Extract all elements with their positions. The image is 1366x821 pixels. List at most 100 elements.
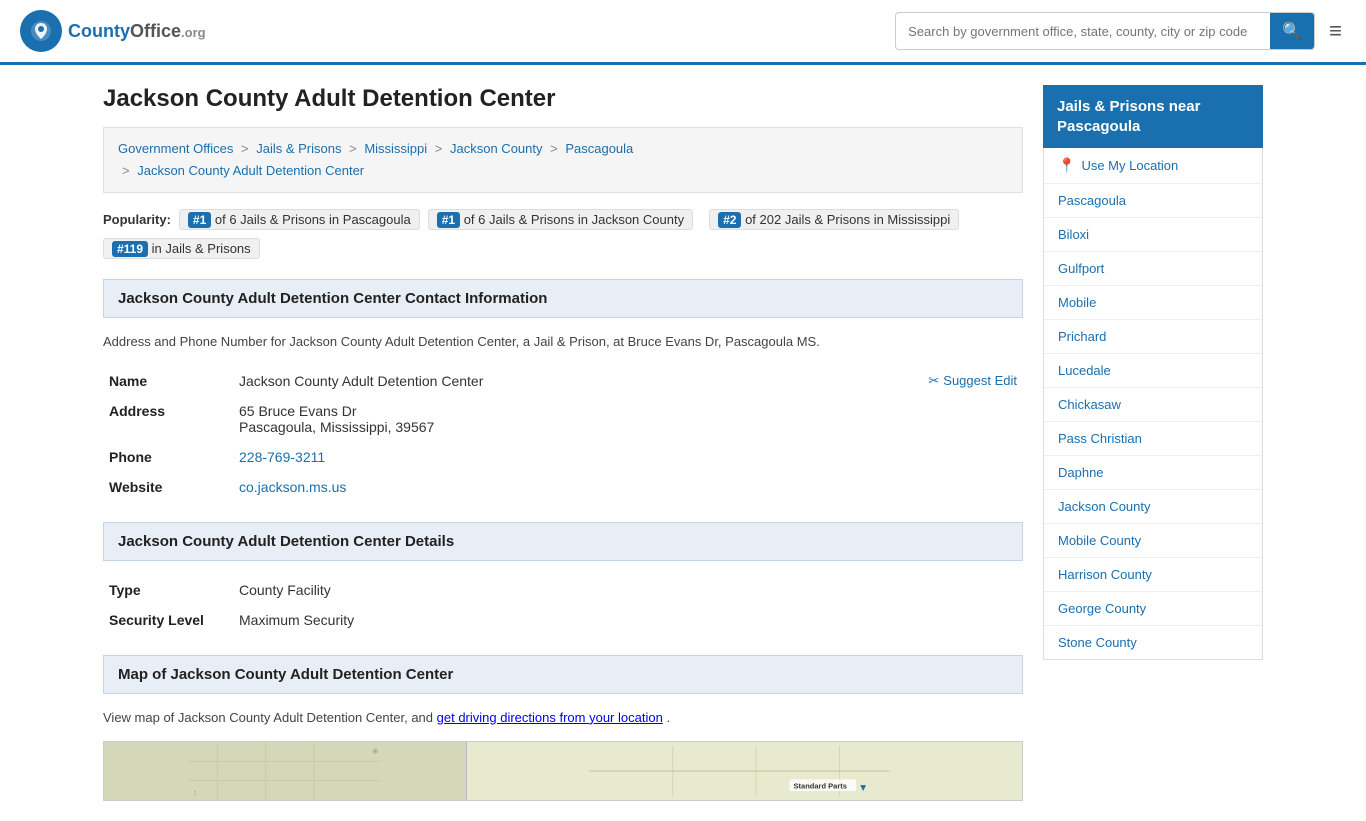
address-value: 65 Bruce Evans Dr Pascagoula, Mississipp…: [233, 396, 1023, 442]
sidebar-item-george-county: George County: [1044, 592, 1262, 626]
breadcrumb-sep-2: >: [349, 141, 360, 156]
sidebar-link-harrison-county[interactable]: Harrison County: [1058, 567, 1152, 582]
phone-value: 228-769-3211: [233, 442, 1023, 472]
sidebar-link-mobile[interactable]: Mobile: [1058, 295, 1096, 310]
content-area: Jackson County Adult Detention Center Go…: [103, 85, 1023, 801]
sidebar-link-chickasaw[interactable]: Chickasaw: [1058, 397, 1121, 412]
contact-table: Name Jackson County Adult Detention Cent…: [103, 366, 1023, 502]
map-left-tile: ↕ ⊕: [104, 742, 467, 800]
breadcrumb-current[interactable]: Jackson County Adult Detention Center: [137, 163, 364, 178]
popularity-item-2: #1 of 6 Jails & Prisons in Jackson Count…: [428, 209, 693, 230]
search-button[interactable]: 🔍: [1270, 13, 1314, 49]
map-inner: ↕ ⊕ Standard Parts: [104, 742, 1012, 800]
suggest-edit-icon: ✂: [928, 373, 939, 389]
table-row-website: Website co.jackson.ms.us: [103, 472, 1023, 502]
breadcrumb-government-offices[interactable]: Government Offices: [118, 141, 233, 156]
svg-text:⊕: ⊕: [372, 747, 378, 756]
table-row-name: Name Jackson County Adult Detention Cent…: [103, 366, 1023, 396]
sidebar-item-harrison-county: Harrison County: [1044, 558, 1262, 592]
header: CountyOffice.org 🔍 ≡: [0, 0, 1366, 65]
phone-link[interactable]: 228-769-3211: [239, 449, 325, 465]
svg-text:Standard Parts: Standard Parts: [794, 782, 847, 791]
sidebar-item-biloxi: Biloxi: [1044, 218, 1262, 252]
search-bar: 🔍: [895, 12, 1315, 50]
popularity-item-1: #1 of 6 Jails & Prisons in Pascagoula: [179, 209, 420, 230]
sidebar-link-lucedale[interactable]: Lucedale: [1058, 363, 1111, 378]
breadcrumb-pascagoula[interactable]: Pascagoula: [565, 141, 633, 156]
menu-button[interactable]: ≡: [1325, 14, 1346, 48]
breadcrumb-sep-1: >: [241, 141, 252, 156]
popularity-text-1: of 6 Jails & Prisons in Pascagoula: [215, 212, 411, 227]
popularity-bar: Popularity: #1 of 6 Jails & Prisons in P…: [103, 209, 1023, 259]
search-input[interactable]: [896, 16, 1270, 47]
main-container: Jackson County Adult Detention Center Go…: [83, 65, 1283, 821]
contact-description: Address and Phone Number for Jackson Cou…: [103, 332, 1023, 352]
type-label: Type: [103, 575, 233, 605]
sidebar-item-stone-county: Stone County: [1044, 626, 1262, 659]
name-label: Name: [103, 366, 233, 396]
sidebar-list: 📍 Use My Location Pascagoula Biloxi Gulf…: [1043, 148, 1263, 660]
breadcrumb: Government Offices > Jails & Prisons > M…: [103, 127, 1023, 193]
rank-badge-3: #2: [718, 212, 741, 228]
sidebar-link-gulfport[interactable]: Gulfport: [1058, 261, 1104, 276]
contact-section-header: Jackson County Adult Detention Center Co…: [103, 279, 1023, 318]
popularity-label: Popularity:: [103, 212, 171, 227]
breadcrumb-sep-4: >: [550, 141, 561, 156]
popularity-item-3: #2 of 202 Jails & Prisons in Mississippi: [709, 209, 959, 230]
popularity-text-3: of 202 Jails & Prisons in Mississippi: [745, 212, 950, 227]
sidebar-item-mobile: Mobile: [1044, 286, 1262, 320]
breadcrumb-jails-prisons[interactable]: Jails & Prisons: [256, 141, 341, 156]
address-label: Address: [103, 396, 233, 442]
rank-badge-2: #1: [437, 212, 460, 228]
sidebar-item-pass-christian: Pass Christian: [1044, 422, 1262, 456]
logo-text: CountyOffice.org: [68, 21, 206, 42]
svg-text:↕: ↕: [193, 788, 197, 797]
security-value: Maximum Security: [233, 605, 1023, 635]
popularity-text-4: in Jails & Prisons: [152, 241, 251, 256]
breadcrumb-jackson-county[interactable]: Jackson County: [450, 141, 543, 156]
sidebar-link-george-county[interactable]: George County: [1058, 601, 1146, 616]
table-row-phone: Phone 228-769-3211: [103, 442, 1023, 472]
website-link[interactable]: co.jackson.ms.us: [239, 479, 346, 495]
header-right: 🔍 ≡: [895, 12, 1346, 50]
sidebar-link-jackson-county[interactable]: Jackson County: [1058, 499, 1151, 514]
table-row-address: Address 65 Bruce Evans Dr Pascagoula, Mi…: [103, 396, 1023, 442]
breadcrumb-sep-5: >: [122, 163, 133, 178]
sidebar-item-gulfport: Gulfport: [1044, 252, 1262, 286]
website-label: Website: [103, 472, 233, 502]
use-my-location-link[interactable]: Use My Location: [1081, 158, 1178, 173]
type-value: County Facility: [233, 575, 1023, 605]
security-label: Security Level: [103, 605, 233, 635]
sidebar-link-mobile-county[interactable]: Mobile County: [1058, 533, 1141, 548]
map-section-header: Map of Jackson County Adult Detention Ce…: [103, 655, 1023, 694]
sidebar-link-stone-county[interactable]: Stone County: [1058, 635, 1137, 650]
sidebar-link-prichard[interactable]: Prichard: [1058, 329, 1106, 344]
sidebar-link-daphne[interactable]: Daphne: [1058, 465, 1104, 480]
logo-icon: [20, 10, 62, 52]
driving-directions-link[interactable]: get driving directions from your locatio…: [437, 710, 663, 725]
breadcrumb-sep-3: >: [435, 141, 446, 156]
page-title: Jackson County Adult Detention Center: [103, 85, 1023, 113]
location-icon: 📍: [1058, 157, 1075, 174]
search-icon: 🔍: [1282, 23, 1302, 40]
sidebar-link-biloxi[interactable]: Biloxi: [1058, 227, 1089, 242]
rank-badge-4: #119: [112, 241, 148, 257]
logo-area: CountyOffice.org: [20, 10, 206, 52]
details-section-header: Jackson County Adult Detention Center De…: [103, 522, 1023, 561]
sidebar: Jails & Prisons near Pascagoula 📍 Use My…: [1043, 85, 1263, 801]
popularity-item-4: #119 in Jails & Prisons: [103, 238, 260, 259]
sidebar-link-pascagoula[interactable]: Pascagoula: [1058, 193, 1126, 208]
sidebar-item-lucedale: Lucedale: [1044, 354, 1262, 388]
table-row-security: Security Level Maximum Security: [103, 605, 1023, 635]
suggest-edit-link[interactable]: ✂ Suggest Edit: [928, 373, 1017, 389]
sidebar-item-chickasaw: Chickasaw: [1044, 388, 1262, 422]
map-preview[interactable]: ↕ ⊕ Standard Parts: [103, 741, 1023, 801]
sidebar-item-pascagoula: Pascagoula: [1044, 184, 1262, 218]
sidebar-link-pass-christian[interactable]: Pass Christian: [1058, 431, 1142, 446]
breadcrumb-mississippi[interactable]: Mississippi: [364, 141, 427, 156]
sidebar-header: Jails & Prisons near Pascagoula: [1043, 85, 1263, 148]
rank-badge-1: #1: [188, 212, 211, 228]
phone-label: Phone: [103, 442, 233, 472]
map-right-tile: Standard Parts: [467, 742, 1012, 800]
use-my-location-item[interactable]: 📍 Use My Location: [1044, 148, 1262, 184]
